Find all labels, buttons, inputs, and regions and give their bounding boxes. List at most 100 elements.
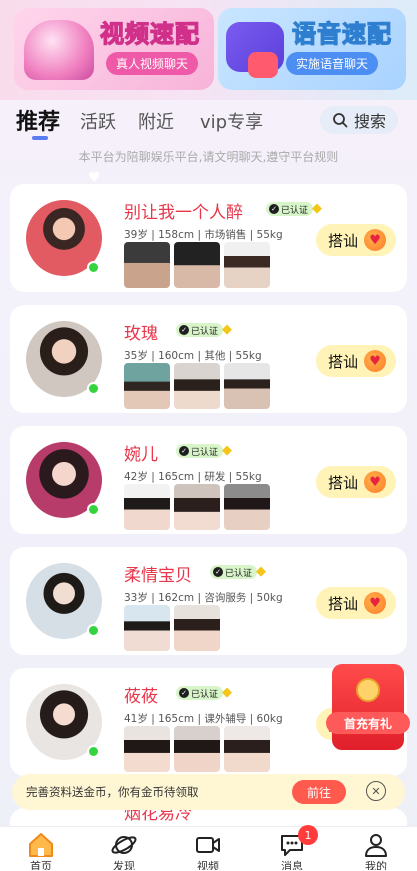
gold-reward-bar: 完善资料送金币，你有金币待领取 前往 ✕ xyxy=(12,774,405,810)
peek-name: 烟花易冷 xyxy=(124,808,192,824)
user-info: 33岁 | 162cm | 咨询服务 | 50kg xyxy=(124,592,283,604)
photo-strip xyxy=(124,484,270,530)
chat-up-button[interactable]: 搭讪 ♥ xyxy=(316,224,396,256)
voice-match-subtitle: 实施语音聊天 xyxy=(286,52,379,75)
user-photo[interactable] xyxy=(124,726,170,772)
user-photo[interactable] xyxy=(124,484,170,530)
photo-strip xyxy=(124,363,270,409)
user-name: 玫瑰 xyxy=(124,324,158,344)
active-tab-indicator xyxy=(32,136,48,140)
chat-up-label: 搭讪 xyxy=(328,352,359,371)
user-card[interactable]: 婉儿 ✓ 已认证 ◆ 42岁 | 165cm | 研发 | 55kg 搭讪 ♥ xyxy=(10,426,407,534)
user-info: 42岁 | 165cm | 研发 | 55kg xyxy=(124,471,262,483)
verified-badge: ✓ 已认证 xyxy=(176,323,224,337)
user-name: 婉儿 xyxy=(124,445,158,465)
heart-icon: ♥ xyxy=(364,229,387,251)
unread-badge: 1 xyxy=(298,825,318,845)
user-photo[interactable] xyxy=(224,363,270,409)
avatar[interactable] xyxy=(26,200,102,276)
nav-discover[interactable]: 发现 xyxy=(94,831,154,870)
chat-up-label: 搭讪 xyxy=(328,473,359,492)
nav-profile[interactable]: 我的 xyxy=(346,831,406,870)
nav-profile-label: 我的 xyxy=(365,860,387,870)
photo-strip xyxy=(124,605,220,651)
verified-badge: ✓ 已认证 xyxy=(176,686,224,700)
nav-video[interactable]: 视频 xyxy=(178,831,238,870)
user-photo[interactable] xyxy=(124,242,170,288)
check-icon: ✓ xyxy=(179,325,189,335)
online-status-dot xyxy=(87,624,100,637)
next-user-card-peek[interactable]: 烟花易冷 xyxy=(10,808,407,828)
diamond-icon: ◆ xyxy=(312,201,322,216)
heart-icon: ♥ xyxy=(364,471,387,493)
user-photo[interactable] xyxy=(224,484,270,530)
check-icon: ✓ xyxy=(269,204,279,214)
nav-home[interactable]: 首页 xyxy=(11,831,71,870)
gold-reward-text: 完善资料送金币，你有金币待领取 xyxy=(26,785,199,799)
user-photo[interactable] xyxy=(224,726,270,772)
coin-icon xyxy=(356,678,380,702)
video-icon xyxy=(196,837,220,853)
user-info: 39岁 | 158cm | 市场销售 | 55kg xyxy=(124,229,283,241)
user-photo[interactable] xyxy=(124,363,170,409)
diamond-icon: ◆ xyxy=(222,443,232,458)
nav-discover-label: 发现 xyxy=(113,860,135,870)
user-card[interactable]: 玫瑰 ✓ 已认证 ◆ 35岁 | 160cm | 其他 | 55kg 搭讪 ♥ xyxy=(10,305,407,413)
user-photo[interactable] xyxy=(174,363,220,409)
check-icon: ✓ xyxy=(179,446,189,456)
chat-up-button[interactable]: 搭讪 ♥ xyxy=(316,345,396,377)
nav-messages-label: 消息 xyxy=(281,860,303,870)
video-match-title: 视频速配 xyxy=(99,19,200,48)
user-photo[interactable] xyxy=(224,242,270,288)
user-photo[interactable] xyxy=(124,605,170,651)
first-recharge-gift[interactable]: 首充有礼 xyxy=(322,660,412,755)
tab-nearby[interactable]: 附近 xyxy=(138,108,174,134)
photo-strip xyxy=(124,726,270,772)
user-photo[interactable] xyxy=(174,605,220,651)
user-photo[interactable] xyxy=(174,726,220,772)
search-label: 搜索 xyxy=(353,112,386,131)
user-info: 41岁 | 165cm | 课外辅导 | 60kg xyxy=(124,713,283,725)
avatar[interactable] xyxy=(26,563,102,639)
online-status-dot xyxy=(87,261,100,274)
user-name: 莜莜 xyxy=(124,687,158,707)
verified-badge: ✓ 已认证 xyxy=(176,444,224,458)
user-card[interactable]: 柔情宝贝 ✓ 已认证 ◆ 33岁 | 162cm | 咨询服务 | 50kg 搭讪 ♥ xyxy=(10,547,407,655)
avatar[interactable] xyxy=(26,442,102,518)
diamond-icon: ◆ xyxy=(222,685,232,700)
home-icon xyxy=(29,833,53,857)
search-button[interactable]: 搜索 xyxy=(320,106,398,134)
avatar[interactable] xyxy=(26,321,102,397)
nav-messages[interactable]: 1 消息 xyxy=(262,825,322,870)
heart-box-icon xyxy=(24,20,94,80)
heart-icon: ♥ xyxy=(364,350,387,372)
tab-recommend[interactable]: 推荐 xyxy=(16,104,60,136)
tab-active[interactable]: 活跃 xyxy=(80,108,116,134)
video-match-banner[interactable]: 视频速配 真人视频聊天 xyxy=(14,8,214,90)
user-name: 柔情宝贝 xyxy=(124,566,192,586)
first-recharge-label: 首充有礼 xyxy=(326,712,410,734)
planet-icon xyxy=(111,836,137,854)
go-button[interactable]: 前往 xyxy=(292,780,346,804)
verified-label: 已认证 xyxy=(191,326,219,337)
verified-badge: ✓ 已认证 xyxy=(266,202,314,216)
voice-match-banner[interactable]: 语音速配 实施语音聊天 xyxy=(218,8,406,90)
platform-notice: 本平台为陪聊娱乐平台,请文明聊天,遵守平台规则 xyxy=(78,150,339,164)
verified-label: 已认证 xyxy=(191,447,219,458)
user-photo[interactable] xyxy=(174,242,220,288)
diamond-icon: ◆ xyxy=(222,322,232,337)
user-card[interactable]: 别让我一个人醉 ✓ 已认证 ◆ 39岁 | 158cm | 市场销售 | 55kg 搭讪 ♥ xyxy=(10,184,407,292)
heart-icon: ♥ xyxy=(364,592,387,614)
chat-up-button[interactable]: 搭讪 ♥ xyxy=(316,587,396,619)
user-photo[interactable] xyxy=(174,484,220,530)
check-icon: ✓ xyxy=(213,567,223,577)
close-icon[interactable]: ✕ xyxy=(366,781,386,801)
tab-vip[interactable]: vip专享 xyxy=(200,108,263,134)
red-packet-icon xyxy=(332,664,404,750)
chat-up-button[interactable]: 搭讪 ♥ xyxy=(316,466,396,498)
voice-chat-icon xyxy=(226,22,284,78)
avatar[interactable] xyxy=(26,684,102,760)
chat-up-label: 搭讪 xyxy=(328,231,359,250)
online-status-dot xyxy=(87,382,100,395)
verified-label: 已认证 xyxy=(191,689,219,700)
